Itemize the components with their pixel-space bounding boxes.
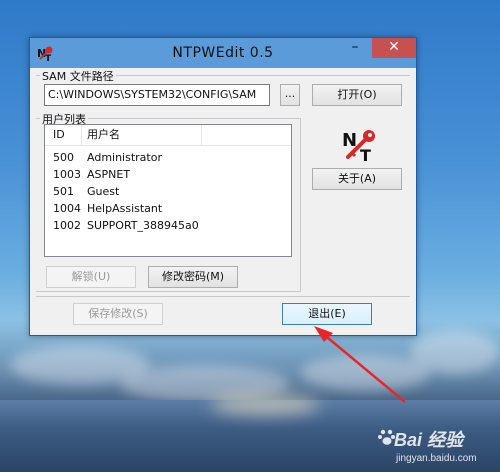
user-name-cell: Administrator bbox=[87, 151, 162, 164]
baidu-watermark: Bai 经验 jingyan.baidu.com bbox=[378, 424, 498, 470]
svg-text:T: T bbox=[360, 146, 371, 162]
user-id-cell: 500 bbox=[53, 151, 74, 164]
table-row[interactable]: 500 Administrator bbox=[45, 149, 291, 166]
column-header-id[interactable]: ID bbox=[53, 125, 81, 145]
column-header-username[interactable]: 用户名 bbox=[87, 125, 197, 145]
sam-path-field[interactable]: C:\WINDOWS\SYSTEM32\CONFIG\SAM bbox=[44, 84, 270, 106]
browse-button[interactable]: ... bbox=[280, 84, 300, 106]
user-name-cell: SUPPORT_388945a0 bbox=[87, 219, 199, 232]
user-list[interactable]: ID 用户名 500 Administrator 1003 ASPNET 501… bbox=[44, 124, 292, 257]
exit-button[interactable]: 退出(E) bbox=[282, 303, 372, 325]
change-password-button[interactable]: 修改密码(M) bbox=[148, 266, 238, 288]
unlock-button[interactable]: 解锁(U) bbox=[46, 266, 136, 288]
watermark-brand: Bai 经验 bbox=[394, 430, 464, 450]
user-id-cell: 1004 bbox=[53, 202, 81, 215]
user-id-cell: 501 bbox=[53, 185, 74, 198]
user-id-cell: 1002 bbox=[53, 219, 81, 232]
ntpwedit-window: N T NTPWEdit 0.5 – ✕ SAM 文件路径 C:\WINDOWS… bbox=[29, 37, 417, 336]
close-button[interactable]: ✕ bbox=[372, 38, 416, 58]
user-name-cell: Guest bbox=[87, 185, 120, 198]
user-name-cell: HelpAssistant bbox=[87, 202, 163, 215]
table-row[interactable]: 501 Guest bbox=[45, 183, 291, 200]
table-row[interactable]: 1004 HelpAssistant bbox=[45, 200, 291, 217]
title-bar[interactable]: N T NTPWEdit 0.5 – ✕ bbox=[30, 38, 416, 68]
table-row[interactable]: 1003 ASPNET bbox=[45, 166, 291, 183]
user-name-cell: ASPNET bbox=[87, 168, 131, 181]
save-changes-button[interactable]: 保存修改(S) bbox=[73, 303, 163, 325]
sam-path-group-label: SAM 文件路径 bbox=[40, 68, 116, 84]
table-row[interactable]: 1002 SUPPORT_388945a0 bbox=[45, 217, 291, 234]
footer-separator bbox=[36, 296, 410, 297]
watermark-url: jingyan.baidu.com bbox=[396, 453, 477, 464]
minimize-button[interactable]: – bbox=[341, 38, 369, 58]
user-list-header: ID 用户名 bbox=[45, 125, 291, 146]
open-button[interactable]: 打开(O) bbox=[312, 84, 402, 106]
ntpwedit-key-logo-icon: N T bbox=[342, 130, 375, 162]
user-id-cell: 1003 bbox=[53, 168, 81, 181]
about-button[interactable]: 关于(A) bbox=[312, 168, 402, 190]
